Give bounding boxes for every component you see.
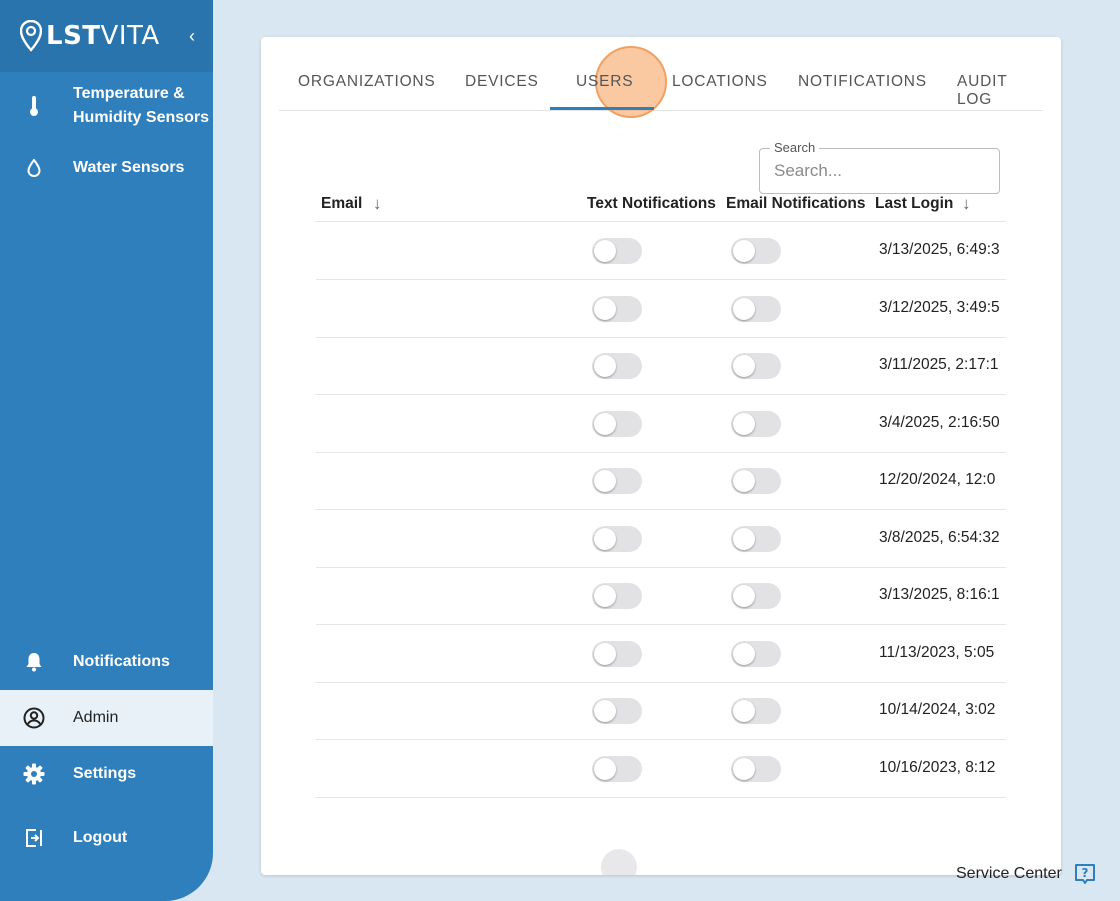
last-login-value: 3/13/2025, 6:49:3 xyxy=(879,241,1000,258)
last-login-value: 3/11/2025, 2:17:1 xyxy=(879,356,999,373)
sidebar-item-notifications[interactable]: Notifications xyxy=(0,646,213,678)
tab-audit-log[interactable]: AUDIT LOG xyxy=(957,73,1043,109)
last-login-value: 3/4/2025, 2:16:50 xyxy=(879,414,1000,431)
last-login-value: 3/12/2025, 3:49:5 xyxy=(879,299,1000,316)
last-login-value: 10/16/2023, 8:12 xyxy=(879,759,996,776)
email-notifications-toggle[interactable] xyxy=(731,296,781,322)
brand-logo[interactable]: LSTVITA xyxy=(46,21,160,51)
table-row: 12/20/2024, 12:0 xyxy=(316,452,1006,510)
tab-organizations[interactable]: ORGANIZATIONS xyxy=(298,73,436,91)
search-field[interactable]: Search xyxy=(759,140,1000,194)
text-notifications-toggle[interactable] xyxy=(592,296,642,322)
text-notifications-toggle[interactable] xyxy=(592,756,642,782)
column-header-text-notifications[interactable]: Text Notifications xyxy=(587,195,716,213)
table-row: 3/12/2025, 3:49:5 xyxy=(316,280,1006,338)
tab-locations[interactable]: LOCATIONS xyxy=(672,73,768,91)
sidebar: LSTVITA ‹ Temperature & Humidity Sensors… xyxy=(0,0,213,901)
sidebar-item-settings[interactable]: Settings xyxy=(0,758,213,790)
thermometer-icon xyxy=(23,95,45,117)
tab-users[interactable]: USERS xyxy=(576,73,633,91)
text-notifications-toggle[interactable] xyxy=(592,411,642,437)
sidebar-item-label: Admin xyxy=(73,709,119,726)
text-notifications-toggle[interactable] xyxy=(592,583,642,609)
search-label: Search xyxy=(770,140,820,155)
active-tab-indicator xyxy=(550,107,654,110)
logout-icon xyxy=(23,827,45,849)
last-login-value: 3/8/2025, 6:54:32 xyxy=(879,529,1000,546)
sort-arrow-down-icon[interactable]: ↓ xyxy=(373,194,382,214)
gear-icon xyxy=(23,763,45,785)
table-row: 10/14/2024, 3:02 xyxy=(316,682,1006,740)
column-header-email-notifications[interactable]: Email Notifications xyxy=(726,195,866,213)
sidebar-item-temperature-humidity[interactable]: Temperature & Humidity Sensors xyxy=(0,80,213,132)
sidebar-item-label: Temperature & Humidity Sensors xyxy=(73,85,210,126)
location-pin-icon xyxy=(20,20,42,52)
tab-notifications[interactable]: NOTIFICATIONS xyxy=(798,73,927,91)
text-notifications-toggle[interactable] xyxy=(592,526,642,552)
table-row: 3/8/2025, 6:54:32 xyxy=(316,510,1006,568)
sort-arrow-down-icon[interactable]: ↓ xyxy=(962,194,971,214)
tab-devices[interactable]: DEVICES xyxy=(465,73,539,91)
search-input[interactable] xyxy=(774,159,989,183)
brand-name-bold: LST xyxy=(46,21,101,51)
sidebar-item-label: Settings xyxy=(73,765,137,782)
email-notifications-toggle[interactable] xyxy=(731,468,781,494)
email-notifications-toggle[interactable] xyxy=(731,641,781,667)
last-login-value: 11/13/2023, 5:05 xyxy=(879,644,995,661)
email-notifications-toggle[interactable] xyxy=(731,238,781,264)
svg-text:?: ? xyxy=(1081,866,1088,880)
last-login-value: 10/14/2024, 3:02 xyxy=(879,701,996,718)
table-row: 3/13/2025, 8:16:1 xyxy=(316,567,1006,625)
sidebar-item-label: Water Sensors xyxy=(73,159,185,176)
users-panel: ORGANIZATIONS DEVICES USERS LOCATIONS NO… xyxy=(261,37,1061,875)
email-notifications-toggle[interactable] xyxy=(731,411,781,437)
admin-tabs: ORGANIZATIONS DEVICES USERS LOCATIONS NO… xyxy=(279,37,1043,118)
collapse-sidebar-button[interactable]: ‹ xyxy=(189,26,195,47)
sidebar-item-label: Notifications xyxy=(73,653,170,670)
help-icon: ? xyxy=(1074,864,1095,884)
partial-pagination-control[interactable] xyxy=(601,849,637,875)
sidebar-item-label: Logout xyxy=(73,829,128,846)
service-center-label: Service Center xyxy=(956,865,1062,882)
sidebar-item-water-sensors[interactable]: Water Sensors xyxy=(0,152,213,184)
service-center-button[interactable]: Service Center ? xyxy=(956,862,1097,886)
email-notifications-toggle[interactable] xyxy=(731,526,781,552)
table-row: 10/16/2023, 8:12 xyxy=(316,740,1006,798)
column-header-email[interactable]: Email xyxy=(321,195,362,213)
table-row: 3/13/2025, 6:49:3 xyxy=(316,222,1006,280)
text-notifications-toggle[interactable] xyxy=(592,238,642,264)
text-notifications-toggle[interactable] xyxy=(592,641,642,667)
logo-bar: LSTVITA ‹ xyxy=(0,0,213,72)
email-notifications-toggle[interactable] xyxy=(731,583,781,609)
last-login-value: 3/13/2025, 8:16:1 xyxy=(879,586,1000,603)
text-notifications-toggle[interactable] xyxy=(592,698,642,724)
email-notifications-toggle[interactable] xyxy=(731,698,781,724)
sidebar-item-admin[interactable]: Admin xyxy=(0,690,213,746)
sidebar-item-logout[interactable]: Logout xyxy=(0,822,213,854)
email-notifications-toggle[interactable] xyxy=(731,353,781,379)
column-header-last-login[interactable]: Last Login xyxy=(875,195,953,213)
water-drop-icon xyxy=(23,157,45,179)
table-row: 3/11/2025, 2:17:1 xyxy=(316,337,1006,395)
brand-name-thin: VITA xyxy=(100,21,160,51)
user-circle-icon xyxy=(23,707,45,729)
text-notifications-toggle[interactable] xyxy=(592,468,642,494)
bell-icon xyxy=(23,651,45,673)
table-row: 11/13/2023, 5:05 xyxy=(316,625,1006,683)
email-notifications-toggle[interactable] xyxy=(731,756,781,782)
text-notifications-toggle[interactable] xyxy=(592,353,642,379)
last-login-value: 12/20/2024, 12:0 xyxy=(879,471,996,488)
table-row: 3/4/2025, 2:16:50 xyxy=(316,395,1006,453)
